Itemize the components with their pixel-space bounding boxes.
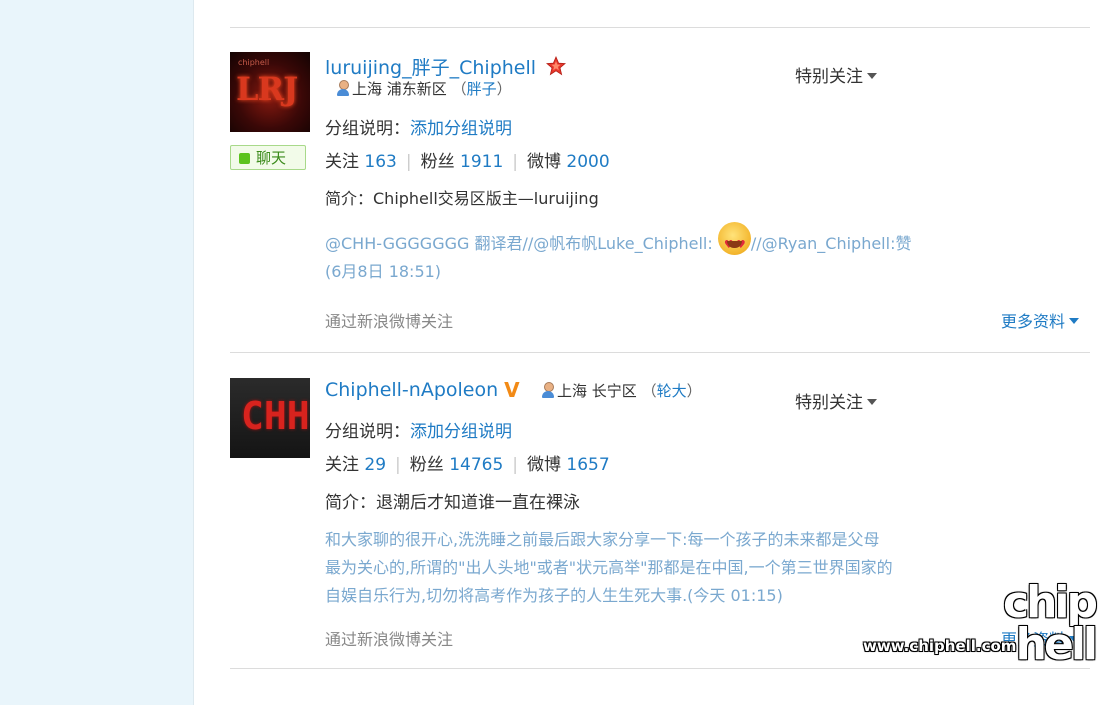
user-name-row: luruijing_胖子_Chiphell xyxy=(325,53,567,80)
follow-source: 通过新浪微博关注 xyxy=(325,312,454,331)
left-sidebar-background xyxy=(0,0,193,705)
group-description-row: 分组说明：添加分组说明 xyxy=(325,417,512,442)
special-follow-dropdown[interactable]: 特别关注 xyxy=(795,388,877,413)
weibo-label: 微博 xyxy=(527,152,561,172)
group-description-label: 分组说明： xyxy=(325,119,410,139)
chiphell-watermark: chip hell www.chiphell.com xyxy=(863,581,1103,691)
chevron-down-icon xyxy=(867,399,877,405)
follow-source: 通过新浪微博关注 xyxy=(325,630,454,649)
watermark-logo-bottom: hell xyxy=(1015,619,1098,670)
user-name-row: Chiphell-nApoleon V xyxy=(325,378,520,402)
latest-weibo: @CHH-GGGGGGG 翻译君//@帆布帆Luke_Chiphell: ♥♥/… xyxy=(325,222,975,286)
location-text: 上海 浦东新区 xyxy=(352,80,447,98)
user-avatar[interactable]: CHH xyxy=(230,378,310,458)
user-name-link[interactable]: Chiphell-nApoleon xyxy=(325,379,498,401)
weibo-label: 微博 xyxy=(527,455,562,475)
user-avatar[interactable]: chiphell LRJ xyxy=(230,52,310,132)
add-group-description-link[interactable]: 添加分组说明 xyxy=(410,422,512,442)
list-divider xyxy=(230,352,1090,353)
fans-label: 粉丝 xyxy=(409,455,444,475)
user-intro: 简介：Chiphell交易区版主—luruijing xyxy=(325,189,599,208)
user-location: 上海 长宁区 （轮大） xyxy=(541,380,702,401)
list-divider xyxy=(230,27,1090,28)
stats-separator: | xyxy=(395,455,401,475)
following-label: 关注 xyxy=(325,152,359,172)
special-follow-label: 特别关注 xyxy=(795,67,863,87)
sidebar-edge xyxy=(193,0,194,705)
chat-label: 聊天 xyxy=(256,149,287,167)
weibo-text-continued: //@Ryan_Chiphell:赞 xyxy=(750,234,912,253)
online-status-icon xyxy=(239,153,250,164)
chat-button[interactable]: 聊天 xyxy=(230,145,306,170)
following-count[interactable]: 29 xyxy=(364,455,386,475)
nickname-link[interactable]: 胖子 xyxy=(467,80,497,98)
weibo-count[interactable]: 2000 xyxy=(566,152,609,172)
watermark-url: www.chiphell.com xyxy=(863,637,1017,655)
stats-separator: | xyxy=(512,455,519,475)
star-badge-icon[interactable] xyxy=(546,56,567,76)
nickname-paren-open: （ xyxy=(451,80,467,98)
user-stats-row: 关注 163 | 粉丝 1911 | 微博 2000 xyxy=(325,147,610,172)
location-text: 上海 长宁区 xyxy=(557,382,637,400)
weibo-text-line: 最为关心的,所谓的"出人头地"或者"状元高举"那都是在中国,一个第三世界国家的 xyxy=(325,558,893,577)
user-location: 上海 浦东新区 （胖子） xyxy=(336,78,512,99)
nickname-paren-close: ） xyxy=(686,382,702,400)
special-follow-dropdown[interactable]: 特别关注 xyxy=(795,62,877,87)
more-info-label: 更多资料 xyxy=(1001,312,1066,331)
avatar-logo-text: CHH xyxy=(241,394,310,438)
user-intro: 简介：退潮后才知道谁一直在裸泳 xyxy=(325,493,580,513)
person-icon xyxy=(336,80,350,96)
avatar-small-text: chiphell xyxy=(238,58,270,67)
more-info-link[interactable]: 更多资料 xyxy=(1001,308,1080,332)
user-name-link[interactable]: luruijing_胖子_Chiphell xyxy=(325,57,536,79)
following-label: 关注 xyxy=(325,455,359,475)
fans-label: 粉丝 xyxy=(420,152,455,172)
person-icon xyxy=(541,382,555,398)
fans-count[interactable]: 1911 xyxy=(460,152,503,172)
heart-eyes-emoji-icon: ♥♥ xyxy=(717,222,751,255)
group-description-row: 分组说明：添加分组说明 xyxy=(325,114,512,139)
add-group-description-link[interactable]: 添加分组说明 xyxy=(410,119,512,139)
following-count[interactable]: 163 xyxy=(364,152,396,172)
avatar-logo-text: LRJ xyxy=(236,70,298,108)
user-stats-row: 关注 29 | 粉丝 14765 | 微博 1657 xyxy=(325,450,610,475)
stats-separator: | xyxy=(405,152,412,172)
special-follow-label: 特别关注 xyxy=(795,393,863,413)
nickname-paren-close: ） xyxy=(496,80,512,98)
group-description-label: 分组说明： xyxy=(325,422,410,442)
weibo-time[interactable]: (6月8日 18:51) xyxy=(325,262,441,281)
fans-count[interactable]: 14765 xyxy=(449,455,503,475)
nickname-link[interactable]: 轮大 xyxy=(657,382,687,400)
chevron-down-icon xyxy=(867,73,877,79)
nickname-paren-open: （ xyxy=(641,382,657,400)
stats-separator: | xyxy=(512,152,518,172)
weibo-text-line: 和大家聊的很开心,洗洗睡之前最后跟大家分享一下:每一个孩子的未来都是父母 xyxy=(325,530,880,549)
weibo-text: @CHH-GGGGGGG 翻译君//@帆布帆Luke_Chiphell: xyxy=(325,234,718,253)
verified-v-icon[interactable]: V xyxy=(504,378,519,402)
weibo-count[interactable]: 1657 xyxy=(566,455,609,475)
chevron-down-icon xyxy=(1069,318,1080,324)
